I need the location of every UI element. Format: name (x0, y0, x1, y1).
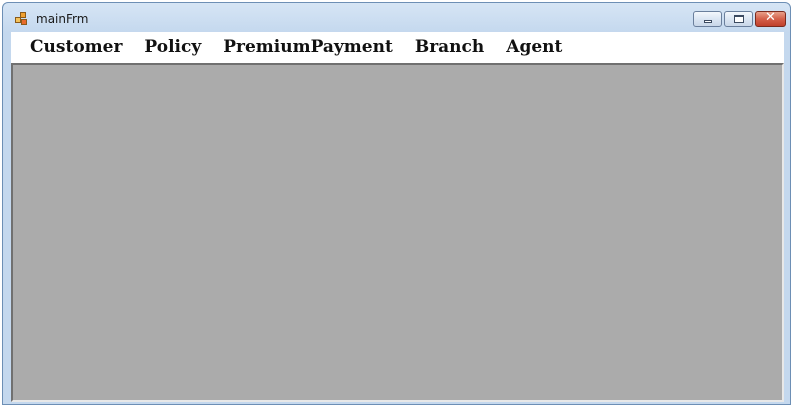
close-icon: ✕ (765, 10, 776, 25)
menu-item-agent[interactable]: Agent (495, 32, 573, 63)
maximize-button[interactable] (724, 11, 753, 27)
title-bar[interactable]: mainFrm ✕ (3, 3, 790, 33)
minimize-icon (704, 20, 712, 23)
window-title: mainFrm (36, 12, 89, 26)
menu-item-branch[interactable]: Branch (404, 32, 495, 63)
menu-bar: Customer Policy PremiumPayment Branch Ag… (11, 32, 784, 63)
menu-item-premium-payment[interactable]: PremiumPayment (212, 32, 404, 63)
minimize-button[interactable] (693, 11, 722, 27)
menu-item-customer[interactable]: Customer (19, 32, 133, 63)
mdi-client-area[interactable] (11, 63, 784, 402)
close-button[interactable]: ✕ (755, 10, 786, 27)
maximize-icon (734, 15, 744, 23)
client-area: Customer Policy PremiumPayment Branch Ag… (11, 32, 784, 402)
menu-item-policy[interactable]: Policy (133, 32, 212, 63)
main-window: mainFrm ✕ Customer Policy PremiumPayment… (2, 2, 791, 405)
caption-buttons: ✕ (693, 10, 786, 27)
app-form-icon[interactable] (15, 12, 31, 26)
